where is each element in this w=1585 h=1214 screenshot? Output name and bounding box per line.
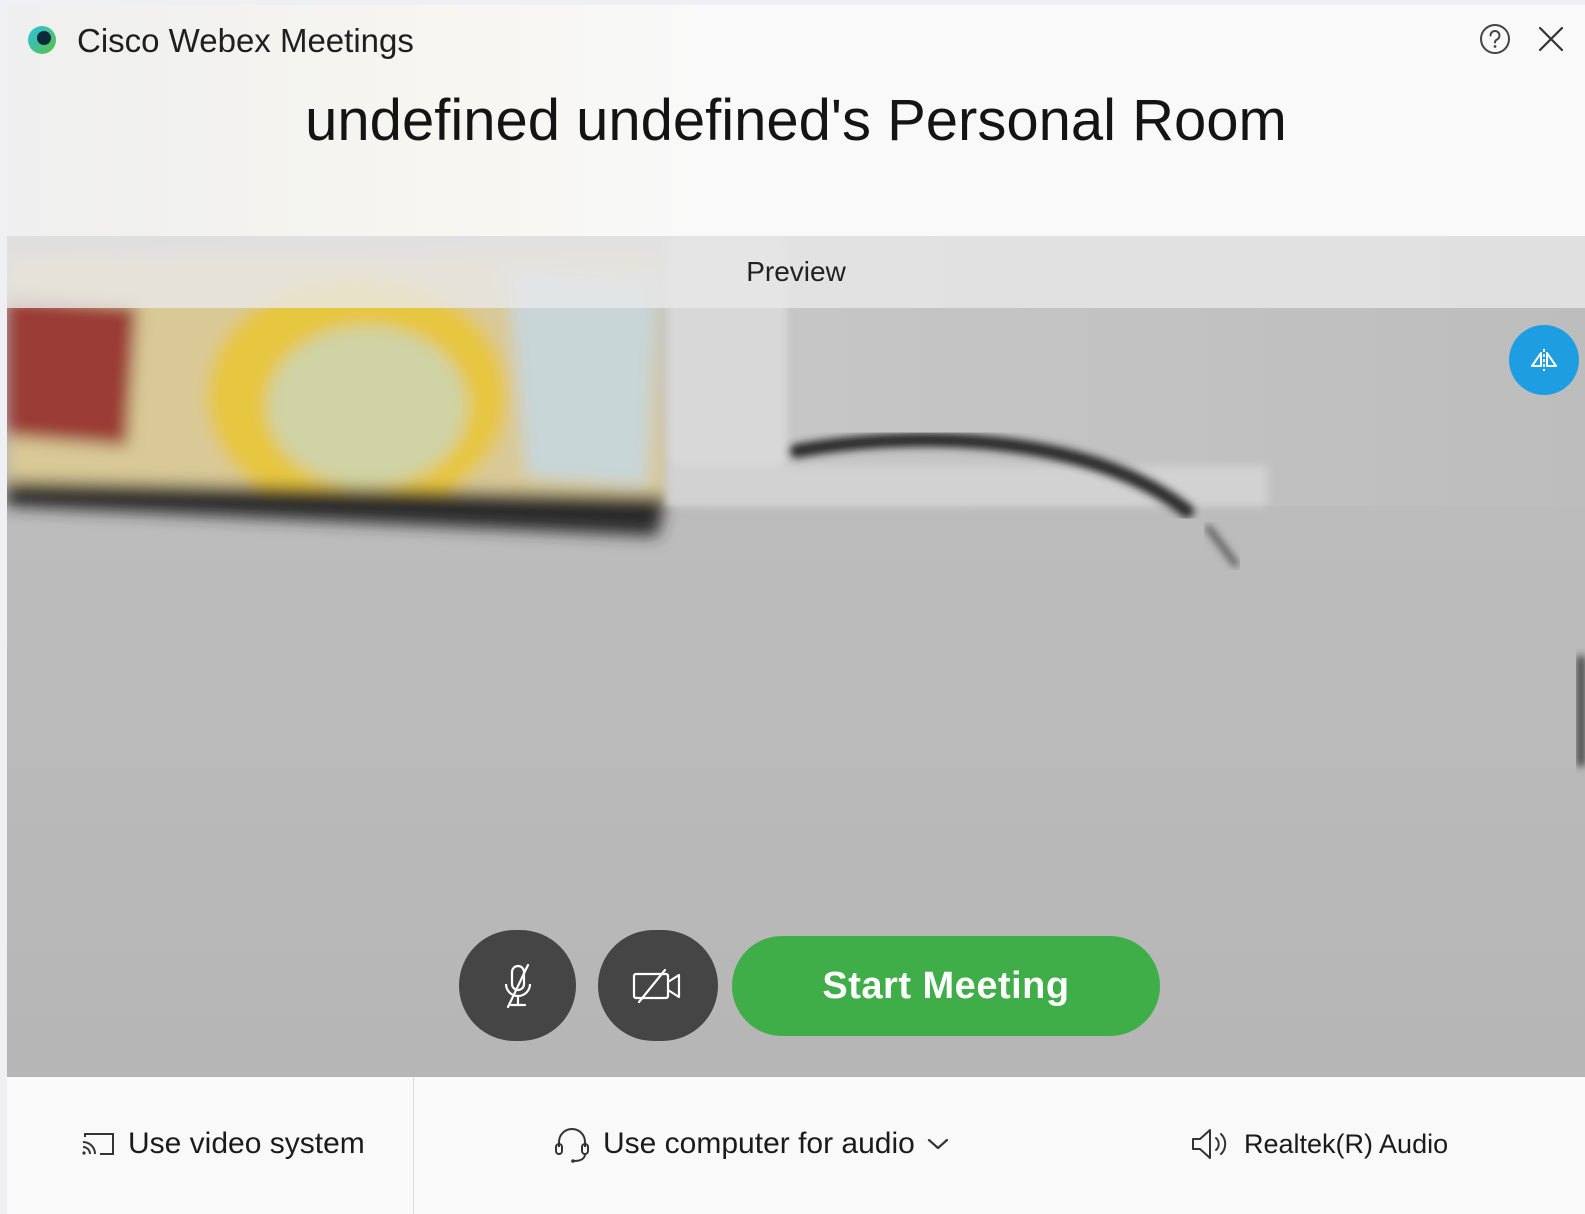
audio-option-label: Use computer for audio bbox=[603, 1127, 915, 1160]
webex-logo-icon bbox=[28, 26, 56, 54]
start-meeting-button[interactable]: Start Meeting bbox=[732, 936, 1160, 1036]
microphone-muted-icon bbox=[504, 963, 531, 1008]
audio-connection-dropdown[interactable]: Use computer for audio bbox=[553, 1121, 949, 1167]
bottom-options-bar: Use video system Use computer for audio bbox=[7, 1077, 1585, 1214]
help-circle-icon bbox=[1480, 24, 1510, 54]
close-icon bbox=[1538, 26, 1564, 52]
personal-room-title: undefined undefined's Personal Room bbox=[305, 88, 1287, 153]
speaker-icon bbox=[1190, 1126, 1230, 1162]
mirror-flip-icon bbox=[1531, 349, 1557, 371]
chevron-down-icon bbox=[927, 1137, 949, 1151]
video-preview: Preview Start Meeting bbox=[7, 236, 1585, 1077]
preview-label: Preview bbox=[746, 256, 846, 287]
webex-preview-window: Cisco Webex Meetings undefined undefined… bbox=[7, 5, 1585, 1214]
headset-icon bbox=[553, 1125, 591, 1163]
help-button[interactable] bbox=[1475, 19, 1515, 59]
camera-off-icon bbox=[632, 968, 681, 1003]
use-video-system-label: Use video system bbox=[128, 1127, 365, 1160]
preview-header: Preview bbox=[7, 236, 1585, 308]
close-button[interactable] bbox=[1531, 19, 1571, 59]
divider bbox=[413, 1077, 414, 1214]
speaker-select-button[interactable]: Realtek(R) Audio bbox=[1190, 1121, 1448, 1167]
stop-video-button[interactable] bbox=[598, 930, 718, 1041]
title-bar: Cisco Webex Meetings bbox=[7, 5, 1585, 77]
mirror-video-button[interactable] bbox=[1509, 325, 1579, 395]
use-video-system-button[interactable]: Use video system bbox=[80, 1121, 365, 1167]
app-title: Cisco Webex Meetings bbox=[77, 22, 414, 59]
speaker-label: Realtek(R) Audio bbox=[1244, 1128, 1449, 1159]
cast-screen-icon bbox=[80, 1130, 116, 1158]
mute-button[interactable] bbox=[459, 930, 576, 1041]
